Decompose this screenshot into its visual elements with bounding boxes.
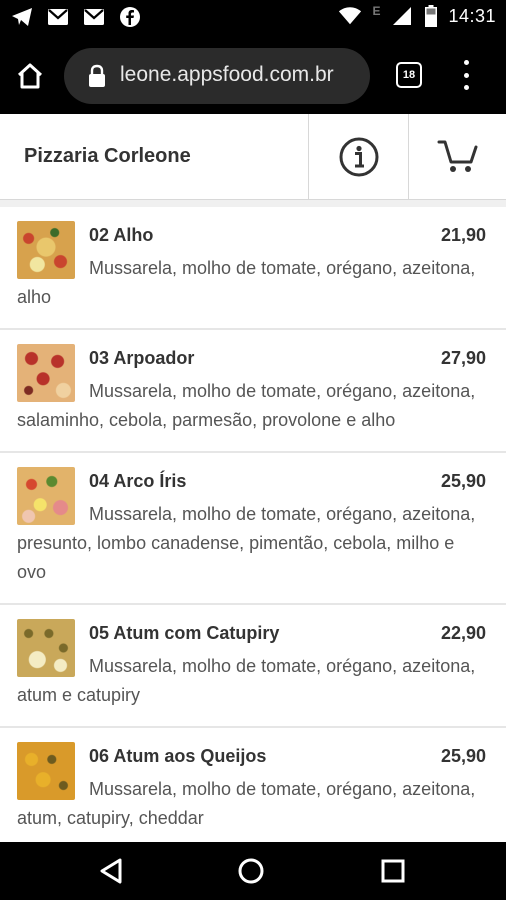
back-triangle-icon — [100, 858, 122, 884]
menu-item[interactable]: 03 Arpoador 27,90 Mussarela, molho de to… — [0, 330, 506, 453]
dot-icon — [463, 85, 469, 90]
gmail-icon — [82, 6, 106, 28]
cart-button[interactable] — [408, 114, 506, 200]
item-name: 03 Arpoador — [89, 348, 195, 368]
pizza-thumbnail — [17, 467, 75, 525]
network-type-label: E — [372, 4, 381, 18]
app-header: Pizzaria Corleone — [0, 114, 506, 200]
tab-switcher-button[interactable]: 18 — [396, 62, 422, 88]
menu-item[interactable]: 06 Atum aos Queijos 25,90 Mussarela, mol… — [0, 728, 506, 842]
item-description: Mussarela, molho de tomate, orégano, aze… — [17, 779, 476, 828]
item-name: 04 Arco Íris — [89, 471, 187, 491]
home-circle-icon — [238, 858, 264, 884]
item-price: 25,90 — [440, 471, 486, 491]
item-name: 05 Atum com Catupiry — [89, 623, 280, 643]
pizza-thumbnail — [17, 221, 75, 279]
status-bar: E 14:31 — [0, 0, 506, 36]
menu-content: 02 Alho 21,90 Mussarela, molho de tomate… — [0, 200, 506, 842]
wifi-icon — [338, 5, 362, 27]
facebook-icon — [118, 6, 142, 28]
pizza-thumbnail — [17, 742, 75, 800]
item-name: 06 Atum aos Queijos — [89, 746, 267, 766]
item-price: 25,90 — [440, 746, 486, 766]
home-icon — [17, 63, 43, 89]
recents-square-icon — [381, 859, 405, 883]
dot-icon — [463, 60, 469, 65]
cart-icon — [437, 140, 477, 172]
battery-icon — [424, 5, 438, 27]
pizza-thumbnail — [17, 619, 75, 677]
info-icon — [339, 137, 378, 177]
pizza-thumbnail — [17, 344, 75, 402]
system-navigation-bar — [0, 842, 506, 900]
url-text: leone.appsfood.com.br — [120, 63, 334, 86]
item-description: Mussarela, molho de tomate, orégano, aze… — [17, 504, 476, 582]
item-price: 22,90 — [440, 623, 486, 643]
menu-item[interactable]: 02 Alho 21,90 Mussarela, molho de tomate… — [0, 207, 506, 330]
lock-icon — [89, 64, 105, 87]
item-price: 21,90 — [440, 225, 486, 245]
info-button[interactable] — [308, 114, 408, 200]
signal-icon — [390, 5, 414, 27]
home-nav-button[interactable] — [236, 856, 266, 886]
gmail-icon — [46, 6, 70, 28]
item-name: 02 Alho — [89, 225, 154, 245]
page-title: Pizzaria Corleone — [24, 145, 191, 167]
item-price: 27,90 — [440, 348, 486, 368]
url-bar[interactable]: leone.appsfood.com.br — [64, 48, 370, 104]
more-menu-button[interactable] — [456, 60, 476, 90]
item-description: Mussarela, molho de tomate, orégano, aze… — [17, 381, 476, 430]
browser-toolbar: leone.appsfood.com.br 18 — [0, 36, 506, 114]
recents-button[interactable] — [378, 856, 408, 886]
back-button[interactable] — [96, 856, 126, 886]
home-button[interactable] — [12, 58, 48, 94]
menu-list: 02 Alho 21,90 Mussarela, molho de tomate… — [0, 207, 506, 842]
menu-item[interactable]: 04 Arco Íris 25,90 Mussarela, molho de t… — [0, 453, 506, 605]
dot-icon — [463, 72, 469, 78]
clock: 14:31 — [448, 5, 496, 26]
telegram-icon — [10, 6, 34, 28]
menu-item[interactable]: 05 Atum com Catupiry 22,90 Mussarela, mo… — [0, 605, 506, 728]
item-description: Mussarela, molho de tomate, orégano, aze… — [17, 258, 476, 307]
item-description: Mussarela, molho de tomate, orégano, aze… — [17, 656, 476, 705]
